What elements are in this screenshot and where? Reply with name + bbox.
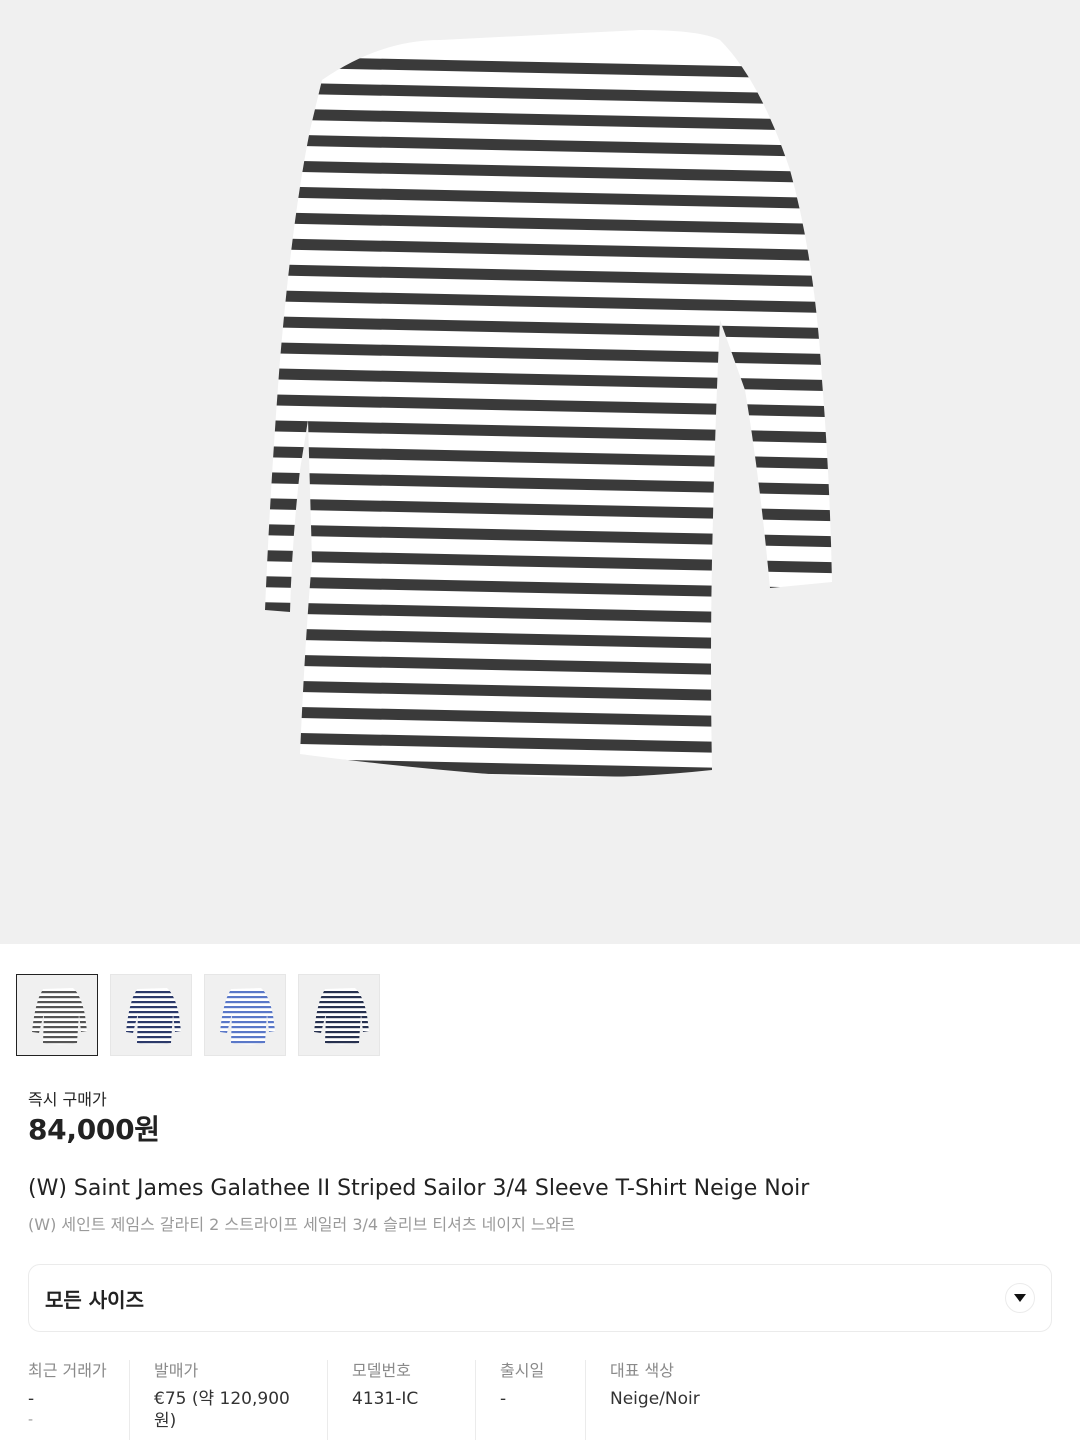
info-release-price: 발매가 €75 (약 120,900원) bbox=[129, 1360, 327, 1440]
product-image bbox=[0, 0, 1080, 944]
price-label: 즉시 구매가 bbox=[28, 1090, 107, 1109]
size-selector[interactable]: 모든 사이즈 bbox=[28, 1264, 1052, 1332]
info-color: 대표 색상 Neige/Noir bbox=[585, 1360, 785, 1440]
info-model-number: 모델번호 4131-IC bbox=[327, 1360, 475, 1440]
thumb-navy[interactable] bbox=[110, 974, 192, 1056]
size-selector-label: 모든 사이즈 bbox=[45, 1287, 144, 1312]
thumbnail-strip bbox=[16, 974, 380, 1056]
product-title-en: (W) Saint James Galathee II Striped Sail… bbox=[28, 1176, 810, 1201]
thumb-neige-noir[interactable] bbox=[16, 974, 98, 1056]
info-recent-trade: 최근 거래가 - - bbox=[28, 1361, 107, 1428]
chevron-down-icon[interactable] bbox=[1005, 1283, 1035, 1313]
product-info: 최근 거래가 - - 발매가 €75 (약 120,900원) 모델번호 413… bbox=[28, 1360, 1052, 1440]
striped-tshirt-image bbox=[265, 30, 832, 778]
info-release-date: 출시일 - bbox=[475, 1360, 585, 1440]
thumb-dark-navy[interactable] bbox=[298, 974, 380, 1056]
product-title-ko: (W) 세인트 제임스 갈라티 2 스트라이프 세일러 3/4 슬리브 티셔츠 … bbox=[28, 1215, 576, 1234]
price-value: 84,000원 bbox=[28, 1113, 160, 1146]
thumb-blue[interactable] bbox=[204, 974, 286, 1056]
